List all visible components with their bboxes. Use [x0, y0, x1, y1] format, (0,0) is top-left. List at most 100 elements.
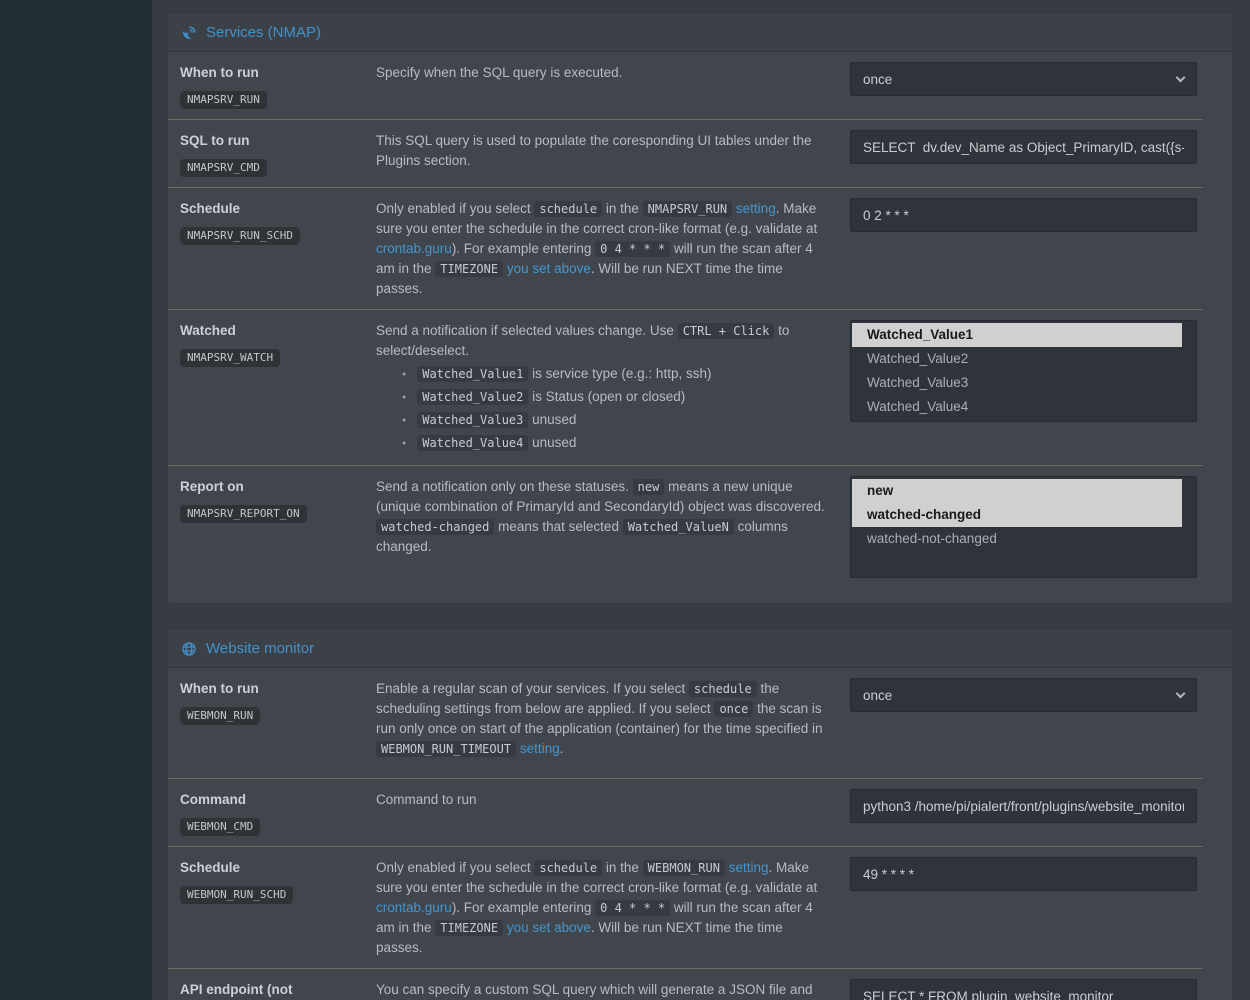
setting-label: SQL to run	[180, 131, 360, 150]
inline-code: Watched_ValueN	[623, 519, 734, 535]
inline-code: new	[633, 479, 665, 495]
description-text: Specify when the SQL query is executed.	[376, 65, 622, 80]
inline-code: TIMEZONE	[435, 261, 503, 277]
setting-label: Schedule	[180, 858, 360, 877]
chevron-down-icon	[1176, 688, 1186, 698]
globe-icon	[181, 641, 197, 657]
inline-code: WEBMON_RUN	[643, 860, 725, 876]
setting-row-WEBMON_RUN: When to runWEBMON_RUNEnable a regular sc…	[168, 668, 1203, 778]
setting-control-cell	[842, 120, 1203, 187]
list-item: Watched_Value2 is Status (open or closed…	[402, 386, 826, 409]
inline-code: CTRL + Click	[678, 323, 775, 339]
description-text: Send a notification only on these status…	[376, 479, 633, 494]
setting-description-cell: Specify when the SQL query is executed.	[370, 52, 842, 119]
setting-label: API endpoint (not implemented)	[180, 980, 360, 1000]
setting-key-badge: WEBMON_CMD	[180, 818, 260, 836]
setting-control-cell: newwatched-changedwatched-not-changed	[842, 466, 1203, 603]
inline-code: watched-changed	[376, 519, 494, 535]
setting-label-cell: SQL to runNMAPSRV_CMD	[168, 120, 370, 187]
description-text: This SQL query is used to populate the c…	[376, 133, 812, 168]
dropdown-value: once	[863, 72, 892, 87]
option-watched-not-changed[interactable]: watched-not-changed	[852, 527, 1182, 551]
setting-description-cell: Enable a regular scan of your services. …	[370, 668, 842, 778]
WEBMON_RUN_SCHD-input[interactable]	[850, 857, 1197, 891]
WEBMON_API_SQL-input[interactable]	[850, 979, 1197, 1000]
setting-control-cell	[842, 847, 1203, 968]
setting-key-badge: NMAPSRV_RUN	[180, 91, 267, 109]
setting-description-cell: You can specify a custom SQL query which…	[370, 969, 842, 1000]
you-set-above-link[interactable]: you set above	[507, 261, 591, 276]
chevron-down-icon	[1176, 72, 1186, 82]
setting-label: Command	[180, 790, 360, 809]
crontab-guru-link[interactable]: crontab.guru	[376, 900, 452, 915]
description-text: ). For example entering	[452, 241, 595, 256]
description-text: unused	[528, 412, 576, 427]
setting-link[interactable]: setting	[736, 201, 776, 216]
inline-code: schedule	[534, 201, 602, 217]
setting-row-WEBMON_CMD: Command WEBMON_CMD Command to run	[168, 778, 1203, 846]
inline-code: schedule	[689, 681, 757, 697]
section-header: Services (NMAP)	[168, 14, 1232, 52]
inline-code: 0 4 * * *	[595, 900, 670, 916]
setting-description: Enable a regular scan of your services. …	[376, 679, 826, 759]
option-watched-value1[interactable]: Watched_Value1	[852, 323, 1182, 347]
you-set-above-link[interactable]: you set above	[507, 920, 591, 935]
section-header: Website monitor	[168, 630, 1232, 668]
WEBMON_CMD-input[interactable]	[850, 789, 1197, 823]
option-watched-value3[interactable]: Watched_Value3	[852, 371, 1182, 395]
inline-code: Watched_Value3	[417, 412, 528, 428]
setting-label-cell: API endpoint (not implemented)WEBMON_API…	[168, 969, 370, 1000]
dropdown-value: once	[863, 688, 892, 703]
setting-control-cell	[842, 779, 1203, 846]
content: Services (NMAP) When to run NMAPSRV_RUN Spe…	[152, 0, 1250, 1000]
WEBMON_RUN-dropdown[interactable]: once	[850, 678, 1197, 712]
setting-label: When to run	[180, 679, 360, 698]
inline-code: 0 4 * * *	[595, 241, 670, 257]
setting-description-cell: This SQL query is used to populate the c…	[370, 120, 842, 187]
section-card-services-nmap: Services (NMAP) When to run NMAPSRV_RUN Spe…	[168, 14, 1232, 603]
setting-key-badge: WEBMON_RUN_SCHD	[180, 886, 293, 904]
settings-table: When to run WEBMON_RUN Enable a regular sc…	[168, 668, 1203, 1000]
option-watched-value4[interactable]: Watched_Value4	[852, 395, 1182, 419]
description-text: You can specify a custom SQL query which…	[376, 982, 812, 1000]
setting-description: Only enabled if you select schedule in t…	[376, 199, 826, 299]
NMAPSRV_WATCH-multiselect[interactable]: Watched_Value1Watched_Value2Watched_Valu…	[850, 320, 1197, 422]
setting-label-cell: Schedule WEBMON_RUN_SCHD	[168, 847, 370, 968]
setting-label: Watched	[180, 321, 360, 340]
inline-code: Watched_Value4	[417, 435, 528, 451]
setting-label-cell: Report onNMAPSRV_REPORT_ON	[168, 466, 370, 603]
setting-label: Schedule	[180, 199, 360, 218]
NMAPSRV_RUN-dropdown[interactable]: once	[850, 62, 1197, 96]
setting-link[interactable]: setting	[520, 741, 560, 756]
option-new[interactable]: new	[852, 479, 1182, 503]
setting-row-NMAPSRV_RUN: When to run NMAPSRV_RUN Specify when the S…	[168, 52, 1203, 119]
crontab-guru-link[interactable]: crontab.guru	[376, 241, 452, 256]
option-watched-value2[interactable]: Watched_Value2	[852, 347, 1182, 371]
setting-description-cell: Command to run	[370, 779, 842, 846]
list-item: Watched_Value1 is service type (e.g.: ht…	[402, 363, 826, 386]
setting-description-cell: Only enabled if you select schedule in t…	[370, 847, 842, 968]
setting-description: Send a notification only on these status…	[376, 477, 826, 557]
description-text: Enable a regular scan of your services. …	[376, 681, 689, 696]
watched-values-list: Watched_Value1 is service type (e.g.: ht…	[376, 363, 826, 455]
setting-control-cell	[842, 969, 1203, 1000]
setting-description: This SQL query is used to populate the c…	[376, 131, 826, 171]
NMAPSRV_CMD-input[interactable]	[850, 130, 1197, 164]
setting-key-badge: NMAPSRV_WATCH	[180, 349, 280, 367]
description-text: is Status (open or closed)	[528, 389, 685, 404]
inline-code: TIMEZONE	[435, 920, 503, 936]
NMAPSRV_RUN_SCHD-input[interactable]	[850, 198, 1197, 232]
list-item: Watched_Value4 unused	[402, 432, 826, 455]
option-watched-changed[interactable]: watched-changed	[852, 503, 1182, 527]
setting-control-cell	[842, 188, 1203, 309]
setting-description: Specify when the SQL query is executed.	[376, 63, 826, 83]
setting-description-cell: Send a notification if selected values c…	[370, 310, 842, 465]
setting-row-WEBMON_RUN_SCHD: Schedule WEBMON_RUN_SCHD Only enabled if y…	[168, 846, 1203, 968]
setting-description-cell: Only enabled if you select schedule in t…	[370, 188, 842, 309]
setting-label: When to run	[180, 63, 360, 82]
NMAPSRV_REPORT_ON-multiselect[interactable]: newwatched-changedwatched-not-changed	[850, 476, 1197, 578]
setting-link[interactable]: setting	[729, 860, 769, 875]
description-text: in the	[602, 201, 643, 216]
setting-control-cell: Watched_Value1Watched_Value2Watched_Valu…	[842, 310, 1203, 465]
inline-code: NMAPSRV_RUN	[643, 201, 732, 217]
